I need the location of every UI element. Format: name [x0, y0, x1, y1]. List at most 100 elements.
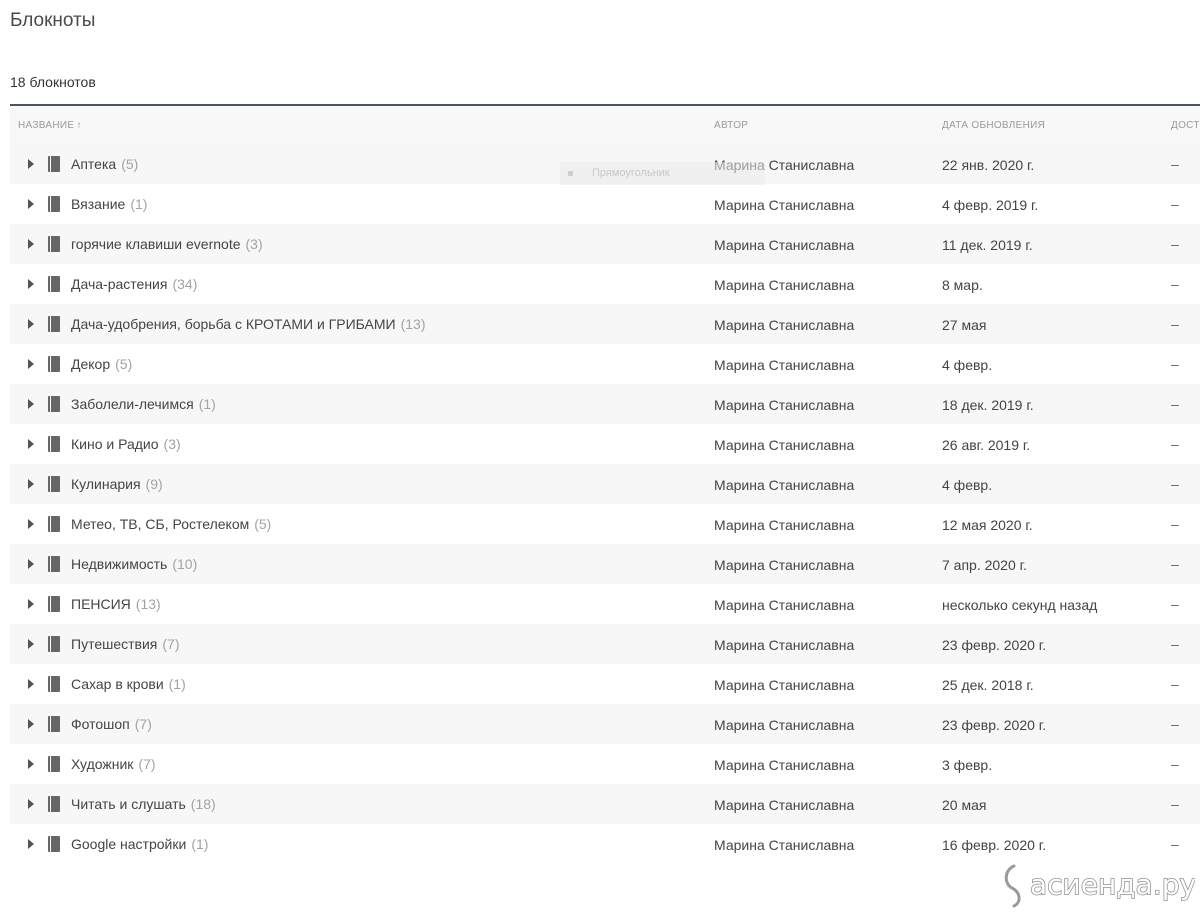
notebook-author: Марина Станиславна — [714, 317, 855, 333]
notebook-access: – — [1171, 196, 1179, 212]
notebook-title[interactable]: Сахар в крови (1) — [71, 676, 186, 692]
table-row[interactable]: горячие клавиши evernote (3) Марина Станис… — [10, 224, 1200, 264]
notebook-note-count: (5) — [115, 356, 133, 372]
expand-arrow-icon[interactable] — [24, 357, 38, 371]
table-row[interactable]: Кулинария (9) Марина Станиславна 4 февр. – — [10, 464, 1200, 504]
expand-arrow-icon[interactable] — [24, 557, 38, 571]
table-row[interactable]: Сахар в крови (1) Марина Станиславна 25 дек… — [10, 664, 1200, 704]
notebook-access: – — [1171, 596, 1179, 612]
expand-arrow-icon[interactable] — [24, 197, 38, 211]
notebook-access: – — [1171, 556, 1179, 572]
notebook-note-count: (3) — [245, 236, 263, 252]
notebook-title[interactable]: Кино и Радио (3) — [71, 436, 181, 452]
table-row[interactable]: Вязание (1) Марина Станиславна 4 февр. 2019… — [10, 184, 1200, 224]
sort-ascending-icon: ↑ — [76, 120, 82, 131]
expand-arrow-icon[interactable] — [24, 677, 38, 691]
table-row[interactable]: Художник (7) Марина Станиславна 3 февр. – — [10, 744, 1200, 784]
notebook-access: – — [1171, 436, 1179, 452]
notebook-title[interactable]: Аптека (5) — [71, 156, 138, 172]
column-header-author[interactable]: АВТОР — [714, 120, 748, 131]
expand-arrow-icon[interactable] — [24, 837, 38, 851]
table-row[interactable]: Недвижимость (10) Марина Станиславна 7 апр.… — [10, 544, 1200, 584]
expand-arrow-icon[interactable] — [24, 637, 38, 651]
notebook-name: Фотошоп — [71, 716, 130, 732]
expand-arrow-icon[interactable] — [24, 797, 38, 811]
notebook-note-count: (1) — [198, 396, 216, 412]
drag-ghost: Прямоугольник — [560, 162, 765, 185]
notebook-title[interactable]: Декор (5) — [71, 356, 132, 372]
notebook-note-count: (18) — [190, 796, 216, 812]
notebook-note-count: (1) — [168, 676, 186, 692]
column-header-updated[interactable]: ДАТА ОБНОВЛЕНИЯ — [942, 120, 1045, 131]
table-row[interactable]: Заболели-лечимся (1) Марина Станиславна 18 … — [10, 384, 1200, 424]
notebook-icon — [48, 556, 60, 572]
site-watermark: асиенда.ру — [1000, 858, 1195, 910]
notebook-title[interactable]: Кулинария (9) — [71, 476, 163, 492]
expand-arrow-icon[interactable] — [24, 317, 38, 331]
expand-arrow-icon[interactable] — [24, 157, 38, 171]
notebook-access: – — [1171, 636, 1179, 652]
notebook-icon — [48, 796, 60, 812]
page-title: Блокноты — [10, 10, 96, 31]
notebook-note-count: (7) — [134, 716, 152, 732]
notebook-title[interactable]: Дача-растения (34) — [71, 276, 197, 292]
notebook-updated: 23 февр. 2020 г. — [942, 717, 1047, 733]
table-row[interactable]: Читать и слушать (18) Марина Станиславна 20… — [10, 784, 1200, 824]
expand-arrow-icon[interactable] — [24, 597, 38, 611]
notebook-title[interactable]: Читать и слушать (18) — [71, 796, 216, 812]
notebook-updated: 4 февр. — [942, 477, 993, 493]
notebook-note-count: (9) — [145, 476, 163, 492]
table-row[interactable]: Дача-растения (34) Марина Станиславна 8 мар… — [10, 264, 1200, 304]
table-row[interactable]: Путешествия (7) Марина Станиславна 23 февр.… — [10, 624, 1200, 664]
notebook-updated: 22 янв. 2020 г. — [942, 157, 1035, 173]
expand-arrow-icon[interactable] — [24, 277, 38, 291]
notebook-title[interactable]: Вязание (1) — [71, 196, 147, 212]
notebook-author: Марина Станиславна — [714, 357, 855, 373]
notebook-name: Google настройки — [71, 836, 187, 852]
notebook-note-count: (1) — [130, 196, 148, 212]
expand-arrow-icon[interactable] — [24, 397, 38, 411]
notebook-updated: 18 дек. 2019 г. — [942, 397, 1034, 413]
notebook-title[interactable]: Метео, ТВ, СБ, Ростелеком (5) — [71, 516, 271, 532]
expand-arrow-icon[interactable] — [24, 517, 38, 531]
notebook-title[interactable]: Заболели-лечимся (1) — [71, 396, 216, 412]
notebook-updated: 27 мая — [942, 317, 987, 333]
notebook-icon — [48, 196, 60, 212]
table-row[interactable]: ПЕНСИЯ (13) Марина Станиславна несколько се… — [10, 584, 1200, 624]
expand-arrow-icon[interactable] — [24, 477, 38, 491]
table-row[interactable]: Кино и Радио (3) Марина Станиславна 26 авг.… — [10, 424, 1200, 464]
notebook-name: Метео, ТВ, СБ, Ростелеком — [71, 516, 250, 532]
notebooks-page: Блокноты 18 блокнотов НАЗВАНИЕ ↑ АВТОР ДА… — [0, 0, 1200, 914]
notebook-updated: 23 февр. 2020 г. — [942, 637, 1047, 653]
notebook-note-count: (5) — [121, 156, 139, 172]
expand-arrow-icon[interactable] — [24, 717, 38, 731]
notebook-name: Кулинария — [71, 476, 141, 492]
notebook-title[interactable]: Путешествия (7) — [71, 636, 180, 652]
notebook-access: – — [1171, 236, 1179, 252]
notebook-title[interactable]: Художник (7) — [71, 756, 156, 772]
notebook-title[interactable]: ПЕНСИЯ (13) — [71, 596, 161, 612]
column-header-access[interactable]: ДОСТ — [1171, 120, 1200, 131]
notebook-title[interactable]: Google настройки (1) — [71, 836, 208, 852]
notebook-updated: 3 февр. — [942, 757, 993, 773]
notebook-name: Аптека — [71, 156, 117, 172]
table-header: НАЗВАНИЕ ↑ АВТОР ДАТА ОБНОВЛЕНИЯ ДОСТ — [10, 106, 1200, 144]
table-row[interactable]: Дача-удобрения, борьба с КРОТАМИ и ГРИБА… — [10, 304, 1200, 344]
table-row[interactable]: Декор (5) Марина Станиславна 4 февр. – — [10, 344, 1200, 384]
notebook-updated: несколько секунд назад — [942, 597, 1098, 613]
notebook-author: Марина Станиславна — [714, 477, 855, 493]
notebook-title[interactable]: горячие клавиши evernote (3) — [71, 236, 263, 252]
expand-arrow-icon[interactable] — [24, 237, 38, 251]
expand-arrow-icon[interactable] — [24, 437, 38, 451]
expand-arrow-icon[interactable] — [24, 757, 38, 771]
notebook-author: Марина Станиславна — [714, 837, 855, 853]
notebook-author: Марина Станиславна — [714, 437, 855, 453]
notebook-access: – — [1171, 476, 1179, 492]
notebook-title[interactable]: Недвижимость (10) — [71, 556, 197, 572]
notebook-updated: 20 мая — [942, 797, 987, 813]
table-row[interactable]: Фотошоп (7) Марина Станиславна 23 февр. 202… — [10, 704, 1200, 744]
column-header-name[interactable]: НАЗВАНИЕ ↑ — [18, 120, 82, 131]
notebook-title[interactable]: Фотошоп (7) — [71, 716, 152, 732]
notebook-title[interactable]: Дача-удобрения, борьба с КРОТАМИ и ГРИБА… — [71, 316, 426, 332]
table-row[interactable]: Метео, ТВ, СБ, Ростелеком (5) Марина Стани… — [10, 504, 1200, 544]
